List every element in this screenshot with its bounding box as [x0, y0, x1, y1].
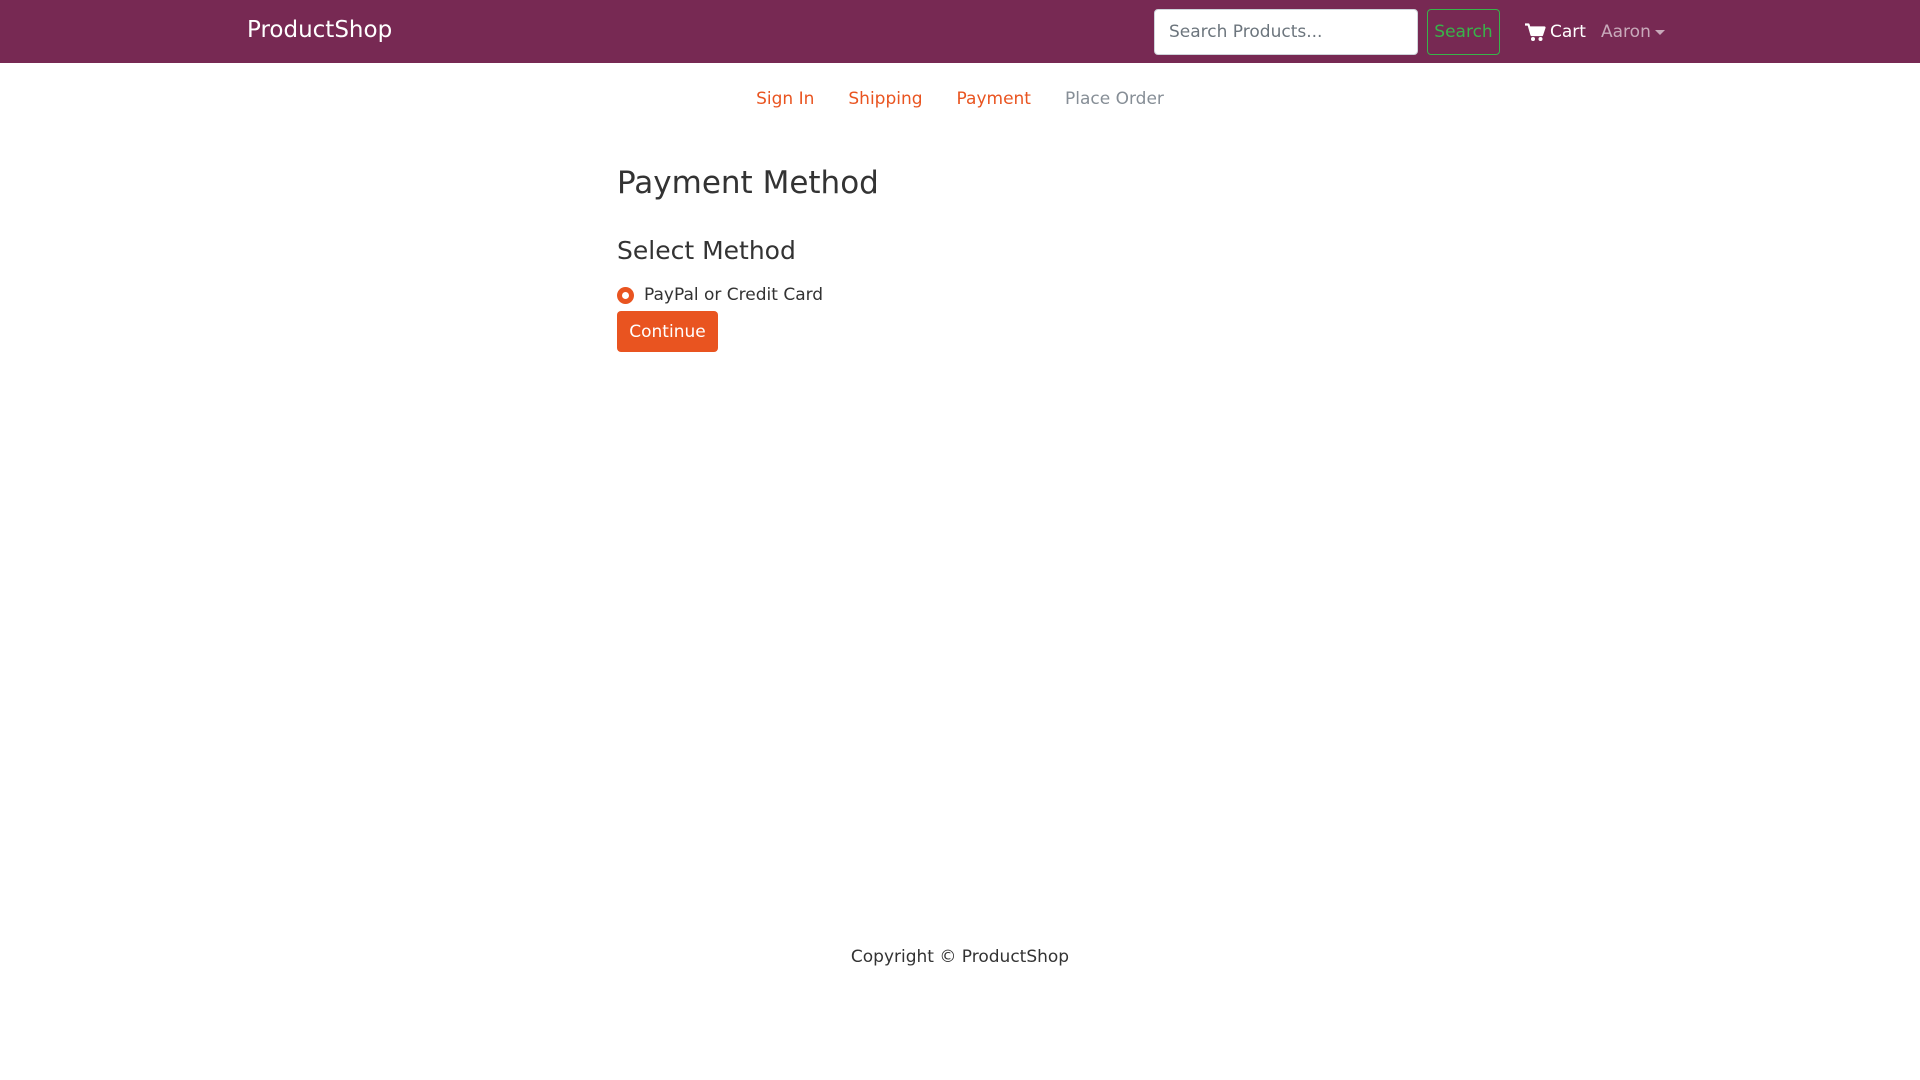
caret-down-icon [1654, 29, 1665, 35]
user-name: Aaron [1601, 22, 1651, 42]
payment-option-label: PayPal or Credit Card [644, 285, 824, 305]
copyright-text: Copyright © ProductShop [850, 947, 1070, 967]
page-title: Payment Method [617, 165, 879, 201]
cart-label: Cart [1550, 22, 1586, 42]
checkout-steps: Sign In Shipping Payment Place Order [0, 89, 1920, 109]
step-payment[interactable]: Payment [957, 89, 1031, 109]
payment-option-paypal[interactable]: PayPal or Credit Card [617, 284, 823, 306]
search-button[interactable]: Search [1427, 9, 1500, 55]
brand-logo[interactable]: ProductShop [247, 17, 392, 43]
step-sign-in[interactable]: Sign In [756, 89, 814, 109]
cart-link[interactable]: Cart [1525, 20, 1586, 44]
footer: Copyright © ProductShop [0, 947, 1920, 967]
continue-button[interactable]: Continue [617, 311, 718, 352]
section-title: Select Method [617, 236, 796, 265]
shopping-cart-icon [1525, 22, 1546, 42]
top-navbar: ProductShop Search Cart Aaron [0, 0, 1920, 63]
user-menu-toggle[interactable]: Aaron [1601, 20, 1665, 44]
radio-dot [622, 291, 629, 299]
search-input[interactable] [1154, 9, 1418, 55]
step-shipping[interactable]: Shipping [848, 89, 922, 109]
radio-selected-icon[interactable] [617, 286, 634, 304]
step-place-order: Place Order [1064, 89, 1164, 109]
